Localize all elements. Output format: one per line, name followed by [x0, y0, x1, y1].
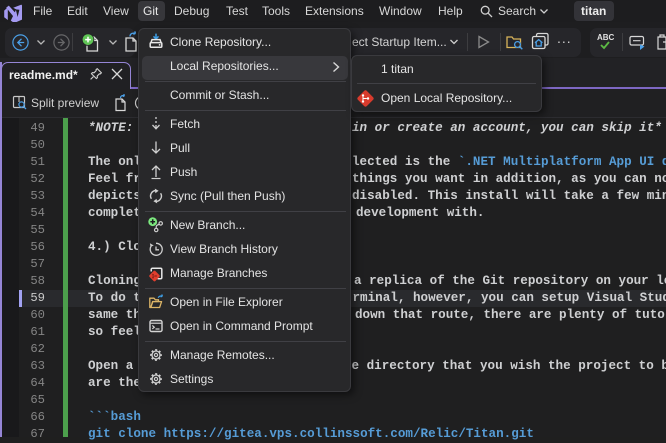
- svg-text:ABC: ABC: [597, 33, 615, 42]
